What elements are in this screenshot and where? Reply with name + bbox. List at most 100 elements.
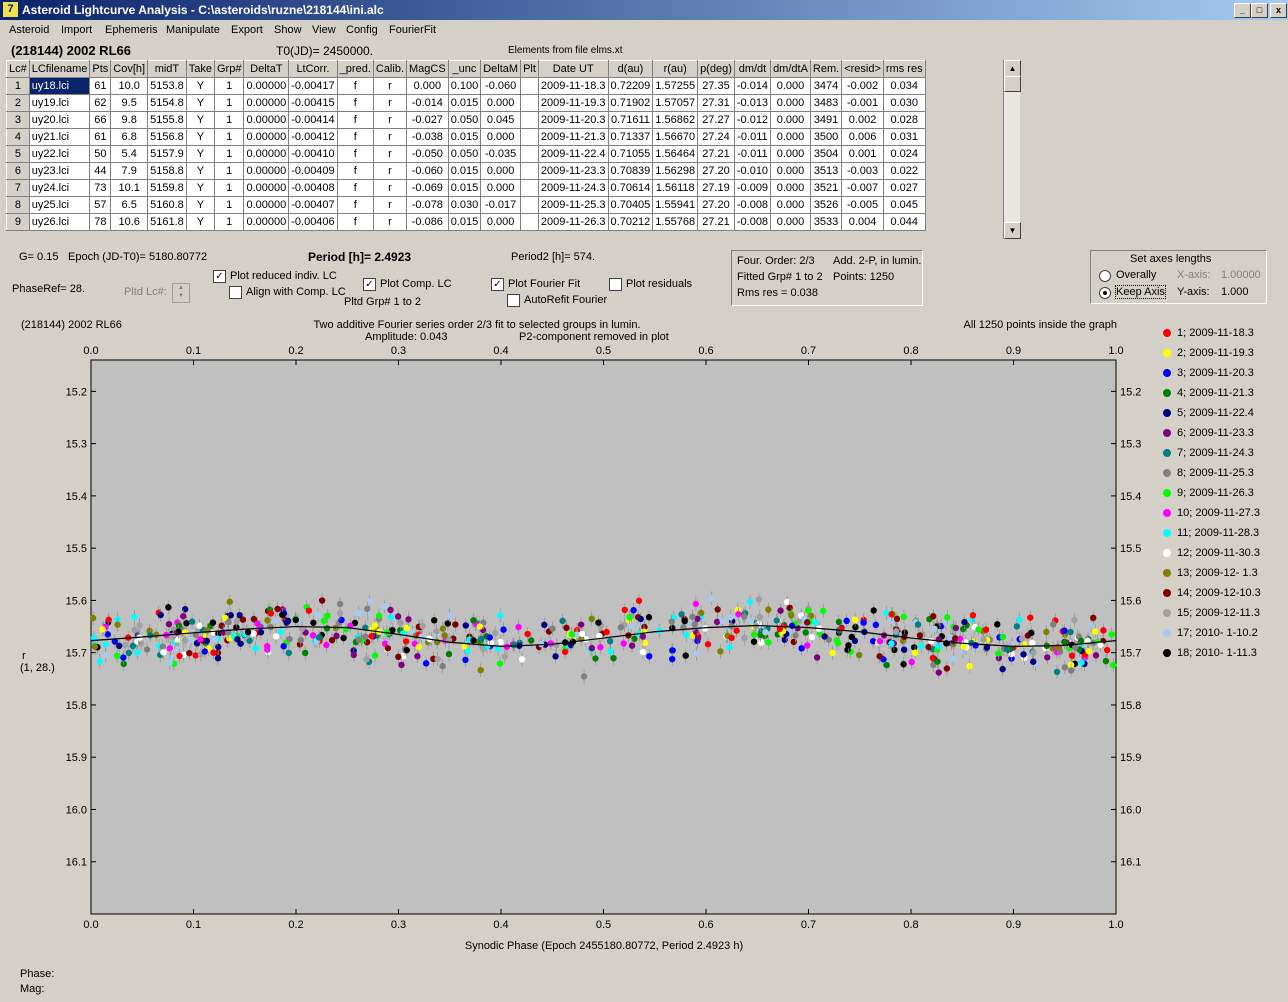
column-header[interactable]: MagCS xyxy=(406,60,449,78)
column-header[interactable]: LtCorr. xyxy=(288,60,338,78)
pltd-lc-spinner[interactable]: ▲ ▼ xyxy=(172,283,190,303)
y-axis-value[interactable]: 1.000 xyxy=(1221,286,1249,298)
table-cell[interactable]: 62 xyxy=(89,94,112,112)
table-cell[interactable]: -0.027 xyxy=(406,111,449,129)
table-cell[interactable]: Y xyxy=(185,145,216,163)
table-cell[interactable]: r xyxy=(372,162,408,180)
table-cell[interactable]: 0.045 xyxy=(480,111,522,129)
table-cell[interactable]: 5160.8 xyxy=(147,196,187,214)
table-cell[interactable]: Y xyxy=(185,179,216,197)
table-cell[interactable]: uy21.lci xyxy=(28,128,91,146)
menu-asteroid[interactable]: Asteroid xyxy=(9,24,49,36)
column-header[interactable]: Calib. xyxy=(372,60,408,78)
table-cell[interactable]: 3533 xyxy=(809,213,843,231)
table-cell[interactable] xyxy=(520,111,539,129)
menu-view[interactable]: View xyxy=(312,24,336,36)
table-cell[interactable]: -0.00406 xyxy=(288,213,338,231)
table-cell[interactable]: 0.00000 xyxy=(243,77,290,95)
table-cell[interactable]: 5155.8 xyxy=(147,111,187,129)
table-cell[interactable]: 61 xyxy=(89,77,112,95)
table-cell[interactable]: 3513 xyxy=(809,162,843,180)
table-cell[interactable]: 27.27 xyxy=(697,111,735,129)
table-cell[interactable]: 27.20 xyxy=(697,162,735,180)
table-cell[interactable]: -0.00417 xyxy=(288,77,338,95)
table-cell[interactable]: 0.002 xyxy=(841,111,884,129)
table-cell[interactable]: 1 xyxy=(213,179,245,197)
table-cell[interactable]: 0.000 xyxy=(480,94,522,112)
table-cell[interactable]: 1.55941 xyxy=(652,196,699,214)
table-cell[interactable]: 5156.8 xyxy=(147,128,187,146)
table-cell[interactable]: 10.1 xyxy=(110,179,149,197)
table-cell[interactable]: 1 xyxy=(213,145,245,163)
table-cell[interactable]: -0.011 xyxy=(733,128,772,146)
table-cell[interactable]: 0.71055 xyxy=(607,145,654,163)
table-cell[interactable] xyxy=(520,94,539,112)
table-cell[interactable]: -0.009 xyxy=(733,179,772,197)
table-cell[interactable]: 0.00000 xyxy=(243,145,290,163)
table-cell[interactable] xyxy=(520,196,539,214)
table-cell[interactable]: f xyxy=(336,94,374,112)
table-cell[interactable]: 0.000 xyxy=(770,213,811,231)
table-cell[interactable]: 0.71902 xyxy=(607,94,654,112)
table-cell[interactable]: 0.044 xyxy=(882,213,926,231)
table-cell[interactable]: 0.000 xyxy=(770,196,811,214)
table-cell[interactable]: 0.006 xyxy=(841,128,884,146)
table-cell[interactable]: 0.000 xyxy=(770,77,811,95)
table-cell[interactable]: f xyxy=(336,77,374,95)
table-cell[interactable]: Y xyxy=(185,94,216,112)
table-cell[interactable]: 50 xyxy=(89,145,112,163)
table-cell[interactable]: 27.20 xyxy=(697,196,735,214)
table-cell[interactable]: 2009-11-24.3 xyxy=(537,179,609,197)
table-cell[interactable]: 0.000 xyxy=(770,179,811,197)
column-header[interactable]: _pred. xyxy=(336,60,374,78)
table-cell[interactable]: 3491 xyxy=(809,111,843,129)
column-header[interactable]: Plt xyxy=(520,60,539,78)
table-cell[interactable]: 0.015 xyxy=(447,128,482,146)
table-cell[interactable]: 3526 xyxy=(809,196,843,214)
table-cell[interactable] xyxy=(520,145,539,163)
table-cell[interactable]: r xyxy=(372,145,408,163)
column-header[interactable]: Date UT xyxy=(537,60,609,78)
row-header[interactable]: 7 xyxy=(6,179,30,197)
table-cell[interactable]: 0.70839 xyxy=(607,162,654,180)
table-cell[interactable]: 6.5 xyxy=(110,196,149,214)
table-cell[interactable]: 0.72209 xyxy=(607,77,654,95)
table-cell[interactable]: 3500 xyxy=(809,128,843,146)
menu-import[interactable]: Import xyxy=(61,24,92,36)
table-cell[interactable]: 0.00000 xyxy=(243,162,290,180)
table-cell[interactable]: -0.00410 xyxy=(288,145,338,163)
table-cell[interactable]: r xyxy=(372,196,408,214)
row-header[interactable]: 5 xyxy=(6,145,30,163)
table-cell[interactable]: 0.00000 xyxy=(243,179,290,197)
table-cell[interactable]: 1 xyxy=(213,213,245,231)
table-cell[interactable]: 9.5 xyxy=(110,94,149,112)
table-cell[interactable]: 61 xyxy=(89,128,112,146)
table-cell[interactable]: f xyxy=(336,162,374,180)
table-cell[interactable]: -0.035 xyxy=(480,145,522,163)
column-header[interactable]: p(deg) xyxy=(697,60,735,78)
table-cell[interactable]: 0.00000 xyxy=(243,94,290,112)
scroll-down-button[interactable]: ▼ xyxy=(1004,222,1021,239)
table-cell[interactable]: uy19.lci xyxy=(28,94,91,112)
column-header[interactable]: LCfilename xyxy=(28,60,91,78)
table-cell[interactable]: 0.000 xyxy=(770,111,811,129)
scroll-up-button[interactable]: ▲ xyxy=(1004,60,1021,77)
table-cell[interactable]: 1 xyxy=(213,196,245,214)
table-row[interactable]: 9 uy26.lci 78 10.6 5161.8 Y 1 0.00000 -0.00406 f r… xyxy=(6,213,926,231)
table-cell[interactable]: 27.24 xyxy=(697,128,735,146)
minimize-button[interactable]: _ xyxy=(1234,3,1251,18)
table-cell[interactable]: uy26.lci xyxy=(28,213,91,231)
menu-export[interactable]: Export xyxy=(231,24,263,36)
table-cell[interactable]: 78 xyxy=(89,213,112,231)
table-cell[interactable]: Y xyxy=(185,196,216,214)
table-cell[interactable]: 66 xyxy=(89,111,112,129)
table-cell[interactable]: 1.56862 xyxy=(652,111,699,129)
table-cell[interactable]: f xyxy=(336,145,374,163)
table-cell[interactable]: f xyxy=(336,179,374,197)
table-cell[interactable]: 0.000 xyxy=(770,128,811,146)
table-cell[interactable]: 0.004 xyxy=(841,213,884,231)
chart-panel[interactable]: (218144) 2002 RL66 Two additive Fourier s… xyxy=(19,314,1268,956)
plot-fourier-checkbox[interactable]: ✓ xyxy=(491,278,504,291)
table-cell[interactable]: 0.000 xyxy=(480,128,522,146)
table-cell[interactable]: 0.70405 xyxy=(607,196,654,214)
